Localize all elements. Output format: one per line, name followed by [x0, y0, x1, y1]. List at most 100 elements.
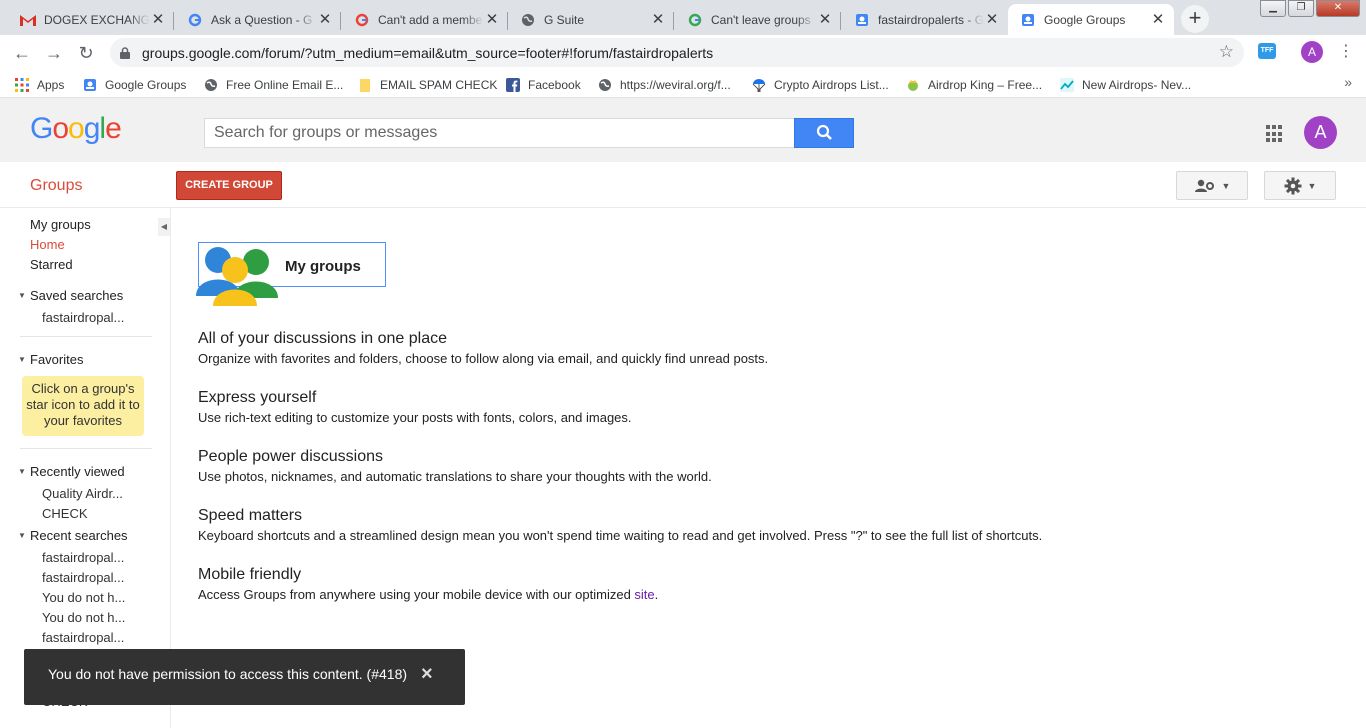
triangle-down-icon: ▼	[18, 291, 26, 300]
reload-icon[interactable]: ↻	[72, 39, 100, 67]
bookmark-facebook[interactable]: Facebook	[505, 75, 581, 94]
google-apps-icon[interactable]	[1266, 125, 1284, 143]
my-groups-card-label: My groups	[285, 258, 361, 275]
feature-desc: Organize with favorites and folders, cho…	[198, 351, 769, 366]
tab-fastairdropalerts[interactable]: fastairdropalerts - G ✕	[842, 4, 1008, 35]
apps-icon	[14, 77, 30, 93]
tab-google-groups[interactable]: Google Groups ✕	[1008, 4, 1174, 35]
groups-header: Google A	[0, 98, 1366, 162]
favorites-header[interactable]: ▼ Favorites	[18, 352, 83, 367]
gmail-icon	[20, 12, 36, 28]
bookmark-apps[interactable]: Apps	[14, 75, 64, 94]
bookmark-email-spam-check[interactable]: EMAIL SPAM CHECK	[357, 75, 497, 94]
recent-search-item[interactable]: fastairdropal...	[42, 550, 124, 565]
recently-viewed-header[interactable]: ▼ Recently viewed	[18, 464, 125, 479]
collapse-nav-icon[interactable]: ◀	[158, 218, 170, 236]
bookmarks-overflow-icon[interactable]: »	[1344, 74, 1352, 90]
saved-search-item[interactable]: fastairdropal...	[42, 310, 124, 325]
close-icon[interactable]: ✕	[1150, 11, 1166, 28]
search-button[interactable]	[794, 118, 854, 148]
tab-cant-add-member[interactable]: Can't add a membe ✕	[342, 4, 508, 35]
gear-icon	[1284, 177, 1302, 194]
recent-search-item[interactable]: fastairdropal...	[42, 630, 124, 645]
nav-home[interactable]: Home	[30, 237, 65, 252]
google-logo[interactable]: Google	[30, 112, 122, 146]
minimize-button[interactable]: ▁	[1260, 0, 1286, 17]
nav-my-groups[interactable]: My groups	[30, 217, 91, 232]
nav-starred[interactable]: Starred	[30, 257, 73, 272]
groups-title[interactable]: Groups	[30, 177, 82, 195]
search-input[interactable]	[205, 119, 794, 147]
forward-icon[interactable]: →	[40, 39, 68, 67]
account-avatar[interactable]: A	[1304, 116, 1337, 149]
settings-button[interactable]: ▼	[1264, 171, 1336, 200]
browser-toolbar: ← → ↻ groups.google.com/forum/?utm_mediu…	[0, 35, 1366, 71]
people-group-icon	[196, 247, 278, 306]
bookmark-weviral[interactable]: https://weviral.org/f...	[597, 75, 731, 94]
feature-express-yourself: Express yourself Use rich-text editing t…	[198, 389, 632, 425]
feature-desc: Keyboard shortcuts and a streamlined des…	[198, 528, 1043, 543]
folder-icon	[357, 77, 373, 93]
recently-viewed-item[interactable]: CHECK	[42, 506, 88, 521]
bookmark-crypto-airdrops-list[interactable]: Crypto Airdrops List...	[751, 75, 889, 94]
recent-searches-header[interactable]: ▼ Recent searches	[18, 528, 128, 543]
search-box	[204, 118, 795, 148]
feature-desc: Access Groups from anywhere using your m…	[198, 587, 659, 602]
close-icon[interactable]: ×	[421, 663, 433, 686]
recent-search-item[interactable]: fastairdropal...	[42, 570, 124, 585]
address-bar[interactable]: groups.google.com/forum/?utm_medium=emai…	[110, 38, 1244, 67]
tab-ask-a-question[interactable]: Ask a Question - G ✕	[175, 4, 341, 35]
chevron-down-icon: ▼	[1221, 180, 1231, 191]
tab-g-suite[interactable]: G Suite ✕	[508, 4, 674, 35]
facebook-icon	[505, 77, 521, 93]
parachute-icon	[751, 77, 767, 93]
globe-icon	[597, 77, 613, 93]
tab-cant-leave-groups[interactable]: Can't leave groups ✕	[675, 4, 841, 35]
recent-search-item[interactable]: You do not h...	[42, 590, 125, 605]
create-group-button[interactable]: CREATE GROUP	[176, 171, 282, 200]
feature-mobile-friendly: Mobile friendly Access Groups from anywh…	[198, 566, 658, 602]
chart-icon	[1059, 77, 1075, 93]
bookmarks-bar: Apps Google Groups Free Online Email E..…	[0, 71, 1366, 98]
google-icon	[187, 12, 203, 28]
google-groups-icon	[82, 77, 98, 93]
globe-icon	[520, 12, 536, 28]
close-icon[interactable]: ✕	[484, 11, 500, 28]
close-icon[interactable]: ✕	[984, 11, 1000, 28]
close-icon[interactable]: ✕	[650, 11, 666, 28]
close-icon[interactable]: ✕	[317, 11, 333, 28]
maximize-button[interactable]: ❐	[1288, 0, 1314, 17]
membership-settings-button[interactable]: ▼	[1176, 171, 1248, 200]
google-groups-icon	[854, 12, 870, 28]
google-icon	[687, 12, 703, 28]
google-groups-icon	[1020, 12, 1036, 28]
extension-icon[interactable]: TFF	[1258, 43, 1276, 59]
feature-title: People power discussions	[198, 448, 383, 465]
triangle-down-icon: ▼	[18, 531, 26, 540]
new-tab-button[interactable]: +	[1181, 5, 1209, 33]
profile-avatar[interactable]: A	[1301, 41, 1323, 63]
bookmark-new-airdrops[interactable]: New Airdrops- Nev...	[1059, 75, 1191, 94]
bookmark-airdrop-king[interactable]: Airdrop King – Free...	[905, 75, 1042, 94]
browser-tabstrip: DOGEX EXCHANGE ✕ Ask a Question - G ✕ Ca…	[0, 0, 1366, 35]
window-controls: ▁ ❐ ✕	[1258, 0, 1360, 17]
saved-searches-header[interactable]: ▼ Saved searches	[18, 288, 123, 303]
more-menu-icon[interactable]: ⋮	[1338, 42, 1354, 62]
triangle-down-icon: ▼	[18, 467, 26, 476]
bookmark-free-online-email[interactable]: Free Online Email E...	[203, 75, 343, 94]
back-icon[interactable]: ←	[8, 39, 36, 67]
mobile-site-link[interactable]: site	[634, 587, 654, 602]
tab-dogex-exchange[interactable]: DOGEX EXCHANGE ✕	[8, 4, 174, 35]
triangle-down-icon: ▼	[18, 355, 26, 364]
recently-viewed-item[interactable]: Quality Airdr...	[42, 486, 123, 501]
close-icon[interactable]: ✕	[150, 11, 166, 28]
bookmark-google-groups[interactable]: Google Groups	[82, 75, 186, 94]
window-close-button[interactable]: ✕	[1316, 0, 1360, 17]
recent-search-item[interactable]: You do not h...	[42, 610, 125, 625]
feature-title: All of your discussions in one place	[198, 330, 448, 347]
google-icon	[354, 12, 370, 28]
close-icon[interactable]: ✕	[817, 11, 833, 28]
error-toast: You do not have permission to access thi…	[24, 649, 465, 705]
bookmark-star-icon[interactable]: ☆	[1219, 42, 1234, 62]
feature-title: Mobile friendly	[198, 566, 302, 583]
